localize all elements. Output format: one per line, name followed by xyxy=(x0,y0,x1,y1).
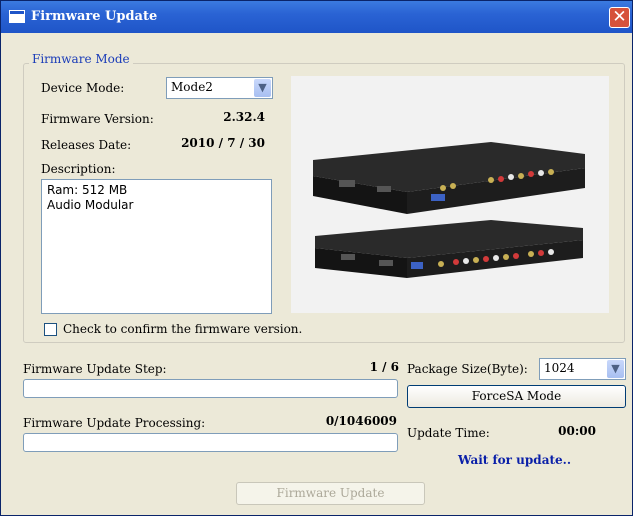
update-processing-progress-bar xyxy=(23,433,398,452)
device-photo-illustration xyxy=(291,76,609,313)
package-size-select[interactable]: 1024 ▼ xyxy=(539,358,626,380)
firmware-update-button[interactable]: Firmware Update xyxy=(236,482,425,505)
description-line: Ram: 512 MB xyxy=(47,183,128,197)
firmware-version-label: Firmware Version: xyxy=(41,112,154,126)
update-processing-label: Firmware Update Processing: xyxy=(23,416,206,430)
update-step-value: 1 / 6 xyxy=(369,360,399,374)
package-size-label: Package Size(Byte): xyxy=(407,362,528,376)
update-step-progress-bar xyxy=(23,379,398,398)
device-mode-select[interactable]: Mode2 ▼ xyxy=(166,77,273,99)
releases-date-label: Releases Date: xyxy=(41,138,132,152)
device-mode-label: Device Mode: xyxy=(41,81,125,95)
firmware-mode-legend: Firmware Mode xyxy=(29,52,133,66)
forcesa-mode-button[interactable]: ForceSA Mode xyxy=(407,385,626,408)
confirm-version-label: Check to confirm the firmware version. xyxy=(63,322,303,336)
close-button[interactable]: ✕ xyxy=(609,7,630,28)
device-mode-value: Mode2 xyxy=(171,80,213,94)
update-processing-value: 0/1046009 xyxy=(325,414,397,428)
package-size-value: 1024 xyxy=(544,361,575,375)
update-time-value: 00:00 xyxy=(558,424,596,438)
close-icon: ✕ xyxy=(612,7,627,27)
chevron-down-icon[interactable]: ▼ xyxy=(254,79,271,97)
chevron-down-icon[interactable]: ▼ xyxy=(607,360,624,378)
window-app-icon xyxy=(9,10,25,23)
confirm-version-checkbox[interactable] xyxy=(44,323,57,336)
update-step-label: Firmware Update Step: xyxy=(23,362,167,376)
description-line: Audio Modular xyxy=(47,198,134,212)
description-label: Description: xyxy=(41,162,116,176)
update-time-label: Update Time: xyxy=(407,426,490,440)
releases-date-value: 2010 / 7 / 30 xyxy=(181,136,265,150)
device-image xyxy=(291,76,609,313)
update-status-text: Wait for update.. xyxy=(458,453,571,467)
window-title: Firmware Update xyxy=(31,9,158,24)
title-bar[interactable]: Firmware Update ✕ xyxy=(1,1,632,33)
description-textarea[interactable]: Ram: 512 MB Audio Modular xyxy=(41,179,272,314)
firmware-version-value: 2.32.4 xyxy=(223,110,265,124)
firmware-update-window: Firmware Update ✕ Firmware Mode Device M… xyxy=(0,0,633,516)
